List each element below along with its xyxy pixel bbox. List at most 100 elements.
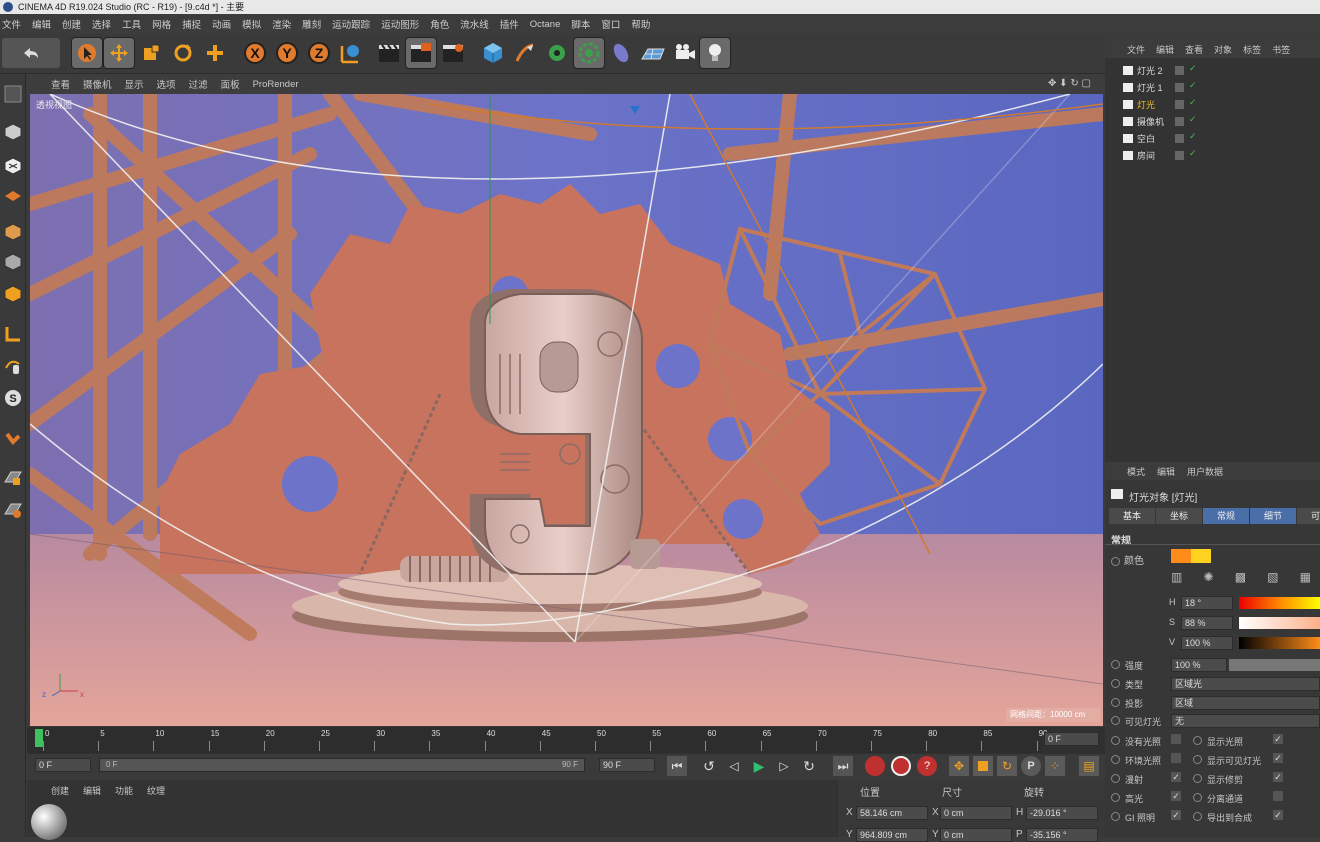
axis-mode-button[interactable] (0, 320, 26, 348)
menu-item[interactable]: 流水线 (460, 17, 489, 31)
menu-item[interactable]: 角色 (430, 17, 449, 31)
keyframe-selection-button[interactable]: ? (917, 756, 937, 776)
option-anim-dot[interactable] (1193, 755, 1202, 764)
timeline-menu-button[interactable]: ▤ (1079, 756, 1099, 776)
frame-range-slider[interactable]: 0 F 90 F (99, 758, 585, 772)
object-row[interactable]: 灯光 1 ✓ (1105, 79, 1320, 96)
option-anim-dot[interactable] (1111, 774, 1120, 783)
viewport-menu-item[interactable]: 显示 (125, 77, 144, 91)
hsv-slider[interactable] (1239, 617, 1320, 629)
intensity-anim-dot[interactable] (1111, 660, 1120, 669)
option-anim-dot[interactable] (1193, 736, 1202, 745)
type-field[interactable]: 区域光 (1171, 677, 1320, 691)
menu-item[interactable]: 工具 (122, 17, 141, 31)
texture-mode-button[interactable] (0, 152, 26, 180)
image-icon[interactable]: ▧ (1267, 570, 1278, 584)
color-anim-dot[interactable] (1111, 556, 1120, 566)
hsv-field[interactable]: 100 % (1181, 636, 1233, 650)
menu-item[interactable]: 模拟 (242, 17, 261, 31)
option-checkbox[interactable]: ✓ (1273, 772, 1283, 782)
planar-workplane-button[interactable] (0, 496, 26, 524)
menu-item[interactable]: 选择 (92, 17, 111, 31)
intensity-slider[interactable] (1229, 659, 1320, 671)
material-menu-item[interactable]: 创建 (51, 784, 69, 797)
key-rotation-button[interactable]: ↻ (997, 756, 1017, 776)
option-anim-dot[interactable] (1193, 812, 1202, 821)
menu-item[interactable]: 运动跟踪 (332, 17, 370, 31)
option-checkbox[interactable] (1171, 753, 1181, 763)
make-editable-button[interactable] (0, 80, 26, 108)
check-icon[interactable]: ✓ (1189, 131, 1197, 142)
visibility-toggle[interactable] (1175, 117, 1184, 126)
attribute-tab[interactable]: 坐标 (1156, 508, 1202, 524)
check-icon[interactable]: ✓ (1189, 63, 1197, 74)
object-menu-item[interactable]: 对象 (1214, 43, 1232, 56)
visibility-toggle[interactable] (1175, 134, 1184, 143)
viewport-menu-item[interactable]: ProRender (253, 79, 299, 90)
option-anim-dot[interactable] (1111, 736, 1120, 745)
viewport[interactable]: z x (30, 94, 1103, 726)
type-anim-dot[interactable] (1111, 679, 1120, 688)
visibility-toggle[interactable] (1175, 100, 1184, 109)
option-checkbox[interactable]: ✓ (1171, 772, 1181, 782)
attribute-menu-item[interactable]: 用户数据 (1187, 465, 1223, 478)
goto-end-button[interactable]: ⏭ (833, 756, 853, 776)
option-checkbox[interactable]: ✓ (1273, 753, 1283, 763)
rotation-field[interactable]: -35.156 ° (1026, 828, 1098, 842)
workplane-mode-button[interactable] (0, 182, 26, 210)
array-button[interactable] (573, 37, 605, 69)
rgb-icon[interactable]: ▦ (1300, 570, 1311, 584)
menu-item[interactable]: 帮助 (631, 17, 650, 31)
render-settings-button[interactable] (438, 38, 468, 68)
attribute-menu-item[interactable]: 编辑 (1157, 465, 1175, 478)
y-axis-lock-button[interactable]: Y (272, 38, 302, 68)
attribute-tab[interactable]: 基本 (1109, 508, 1155, 524)
move-button[interactable] (103, 37, 135, 69)
viewport-nav-icons[interactable]: ✥ ⬇ ↻ ▢ (1048, 78, 1091, 89)
subdivision-button[interactable] (542, 38, 572, 68)
option-checkbox[interactable]: ✓ (1171, 810, 1181, 820)
object-row[interactable]: 房间 ✓ (1105, 147, 1320, 164)
option-checkbox[interactable] (1273, 791, 1283, 801)
play-button[interactable]: ▶ (749, 756, 769, 776)
material-menu-item[interactable]: 编辑 (83, 784, 101, 797)
object-menu-item[interactable]: 编辑 (1156, 43, 1174, 56)
key-scale-button[interactable] (973, 756, 993, 776)
end-frame-field[interactable]: 90 F (599, 758, 655, 772)
check-icon[interactable]: ✓ (1189, 80, 1197, 91)
viewport-menu-item[interactable]: 查看 (51, 77, 70, 91)
hsv-slider[interactable] (1239, 597, 1320, 609)
hsv-field[interactable]: 18 ° (1181, 596, 1233, 610)
key-param-button[interactable]: P (1021, 756, 1041, 776)
position-field[interactable]: 964.809 cm (856, 828, 928, 842)
viewport-menu-item[interactable]: 面板 (221, 77, 240, 91)
light-button[interactable] (699, 37, 731, 69)
visibility-toggle[interactable] (1175, 66, 1184, 75)
material-menu-item[interactable]: 纹理 (147, 784, 165, 797)
object-row[interactable]: 灯光 2 ✓ (1105, 62, 1320, 79)
floor-button[interactable] (638, 38, 668, 68)
menu-item[interactable]: 网格 (152, 17, 171, 31)
polygons-mode-button[interactable] (0, 280, 26, 308)
model-mode-button[interactable] (0, 118, 26, 146)
check-icon[interactable]: ✓ (1189, 148, 1197, 159)
record-button[interactable] (865, 756, 885, 776)
object-menu-item[interactable]: 文件 (1127, 43, 1145, 56)
auto-key-button[interactable] (891, 756, 911, 776)
color-picker-modes[interactable]: ▥ ✺ ▩ ▧ ▦ (1171, 570, 1311, 584)
option-anim-dot[interactable] (1111, 793, 1120, 802)
deformer-button[interactable] (606, 38, 636, 68)
shadow-field[interactable]: 区域 (1171, 696, 1320, 710)
prev-key-button[interactable]: ↺ (699, 756, 719, 776)
check-icon[interactable]: ✓ (1189, 97, 1197, 108)
option-checkbox[interactable]: ✓ (1273, 734, 1283, 744)
menu-item[interactable]: 文件 (2, 17, 21, 31)
edges-mode-button[interactable] (0, 248, 26, 276)
menu-item[interactable]: 脚本 (571, 17, 590, 31)
size-field[interactable]: 0 cm (940, 828, 1012, 842)
next-frame-button[interactable]: ▷ (774, 756, 794, 776)
render-view-button[interactable] (374, 38, 404, 68)
rotation-field[interactable]: -29.016 ° (1026, 806, 1098, 820)
menu-item[interactable]: 渲染 (272, 17, 291, 31)
object-menu-item[interactable]: 书签 (1272, 43, 1290, 56)
